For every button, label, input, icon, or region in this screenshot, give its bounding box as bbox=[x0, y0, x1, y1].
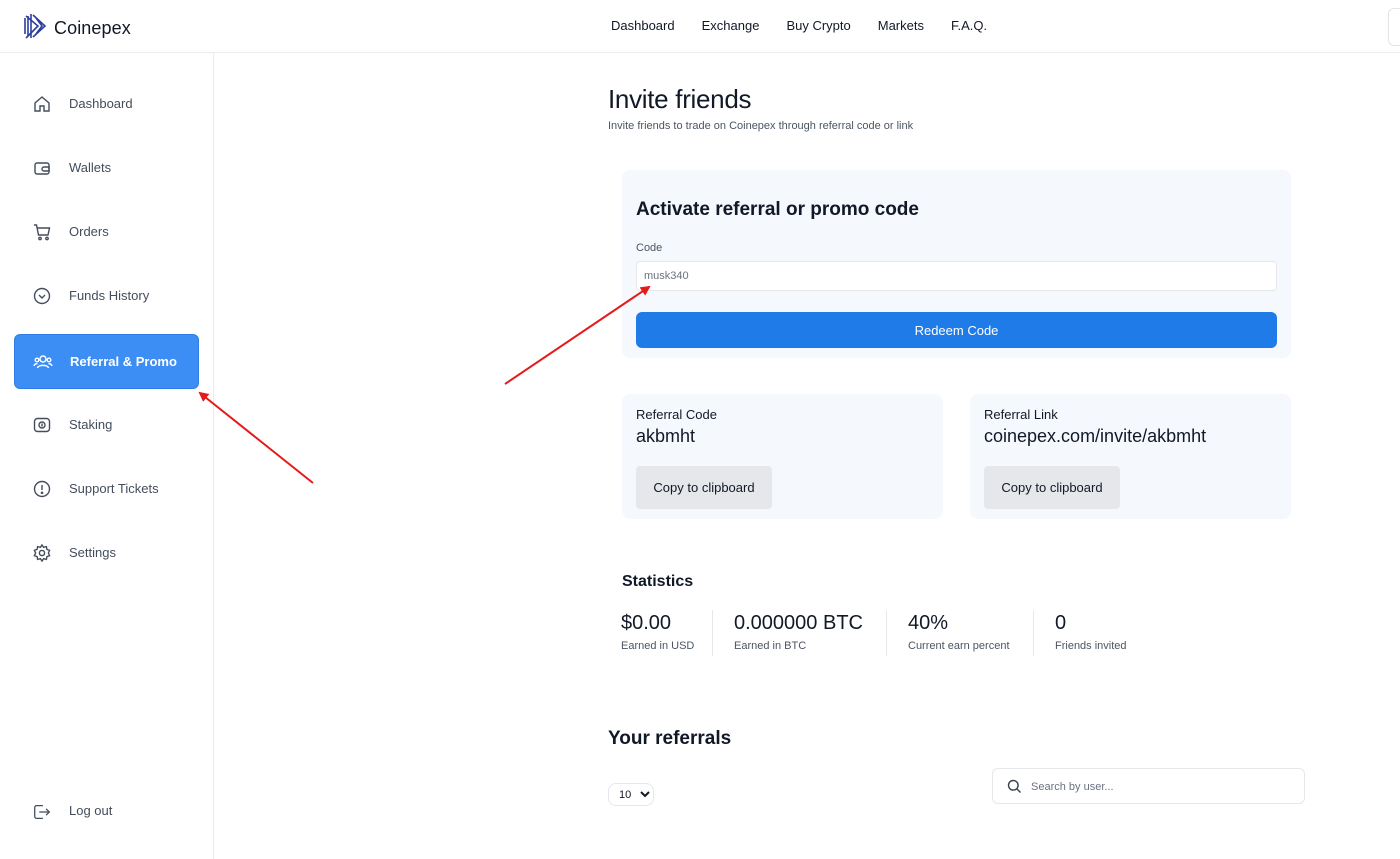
sidebar-item-funds-history[interactable]: Funds History bbox=[14, 268, 199, 323]
promo-card-title: Activate referral or promo code bbox=[636, 199, 919, 220]
page-subtitle: Invite friends to trade on Coinepex thro… bbox=[608, 120, 914, 132]
referral-search-box[interactable] bbox=[992, 768, 1305, 804]
sidebar-item-label: Staking bbox=[69, 417, 113, 432]
referral-code-card: Referral Code akbmht Copy to clipboard bbox=[622, 394, 943, 519]
stat-label: Friends invited bbox=[1055, 640, 1127, 652]
sidebar-item-label: Wallets bbox=[69, 160, 112, 175]
referral-code-value: akbmht bbox=[636, 426, 696, 446]
sidebar-item-label: Settings bbox=[69, 545, 116, 560]
referral-link-label: Referral Link bbox=[984, 407, 1058, 422]
redeem-code-button[interactable]: Redeem Code bbox=[636, 312, 1277, 348]
copy-referral-code-button[interactable]: Copy to clipboard bbox=[636, 466, 772, 509]
referral-link-card: Referral Link coinepex.com/invite/akbmht… bbox=[970, 394, 1291, 519]
top-nav-links: Dashboard Exchange Buy Crypto Markets F.… bbox=[611, 18, 987, 33]
topnav-exchange[interactable]: Exchange bbox=[702, 18, 760, 33]
stat-divider bbox=[712, 610, 713, 656]
stat-value: $0.00 bbox=[621, 612, 672, 634]
referral-code-label: Referral Code bbox=[636, 407, 717, 422]
sidebar: Dashboard Wallets Orders Funds History R… bbox=[0, 53, 214, 859]
code-label: Code bbox=[636, 242, 663, 254]
stat-earned-btc: 0.000000 BTC Earned in BTC bbox=[734, 612, 863, 652]
sidebar-item-dashboard[interactable]: Dashboard bbox=[14, 76, 199, 131]
alert-icon bbox=[32, 479, 52, 499]
account-button[interactable] bbox=[1388, 8, 1400, 46]
sidebar-item-staking[interactable]: Staking bbox=[14, 397, 199, 452]
stat-earn-percent: 40% Current earn percent bbox=[908, 612, 1010, 652]
sidebar-item-support-tickets[interactable]: Support Tickets bbox=[14, 461, 199, 516]
coinepex-logo-icon bbox=[22, 12, 48, 45]
page-title: Invite friends bbox=[608, 84, 752, 114]
annotation-arrow-to-sidebar bbox=[198, 391, 314, 484]
stat-earned-usd: $0.00 Earned in USD bbox=[621, 612, 694, 652]
page-size-select[interactable]: 10 bbox=[608, 783, 654, 806]
gear-icon bbox=[32, 543, 52, 563]
brand-logo[interactable]: Coinepex bbox=[22, 12, 131, 45]
cart-icon bbox=[32, 222, 52, 242]
stat-value: 40% bbox=[908, 612, 949, 634]
top-navbar: Coinepex Dashboard Exchange Buy Crypto M… bbox=[0, 0, 1400, 53]
sidebar-item-label: Referral & Promo bbox=[70, 354, 177, 369]
search-input[interactable] bbox=[1031, 776, 1291, 798]
sidebar-item-label: Funds History bbox=[69, 288, 150, 303]
stat-label: Current earn percent bbox=[908, 640, 1010, 652]
stat-label: Earned in USD bbox=[621, 640, 695, 652]
stat-label: Earned in BTC bbox=[734, 640, 807, 652]
stat-value: 0 bbox=[1055, 612, 1067, 634]
statistics-title: Statistics bbox=[622, 573, 694, 590]
sidebar-item-wallets[interactable]: Wallets bbox=[14, 140, 199, 195]
logout-icon bbox=[32, 801, 52, 821]
referral-link-value: coinepex.com/invite/akbmht bbox=[984, 426, 1207, 446]
wallet-icon bbox=[32, 158, 52, 178]
users-icon bbox=[33, 352, 53, 372]
topnav-faq[interactable]: F.A.Q. bbox=[951, 18, 987, 33]
home-icon bbox=[32, 94, 52, 114]
brand-name: Coinepex bbox=[54, 18, 131, 38]
sidebar-item-referral-promo[interactable]: Referral & Promo bbox=[14, 334, 199, 389]
promo-code-card: Activate referral or promo code Code Red… bbox=[622, 170, 1291, 358]
history-icon bbox=[32, 286, 52, 306]
topnav-dashboard[interactable]: Dashboard bbox=[611, 18, 675, 33]
stat-friends-invited: 0 Friends invited bbox=[1055, 612, 1127, 652]
sidebar-item-label: Orders bbox=[69, 224, 109, 239]
stat-value: 0.000000 BTC bbox=[734, 612, 863, 634]
your-referrals-title: Your referrals bbox=[608, 728, 732, 749]
sidebar-item-label: Dashboard bbox=[69, 96, 133, 111]
sidebar-item-label: Support Tickets bbox=[69, 481, 159, 496]
stat-divider bbox=[886, 610, 887, 656]
topnav-markets[interactable]: Markets bbox=[878, 18, 924, 33]
logout-label: Log out bbox=[69, 803, 113, 818]
logout-button[interactable]: Log out bbox=[14, 783, 199, 838]
sidebar-item-orders[interactable]: Orders bbox=[14, 204, 199, 259]
topnav-buy-crypto[interactable]: Buy Crypto bbox=[786, 18, 850, 33]
copy-referral-link-button[interactable]: Copy to clipboard bbox=[984, 466, 1120, 509]
stat-divider bbox=[1033, 610, 1034, 656]
staking-icon bbox=[32, 415, 52, 435]
code-input[interactable] bbox=[636, 261, 1277, 291]
search-icon bbox=[1007, 779, 1022, 799]
sidebar-item-settings[interactable]: Settings bbox=[14, 525, 199, 580]
